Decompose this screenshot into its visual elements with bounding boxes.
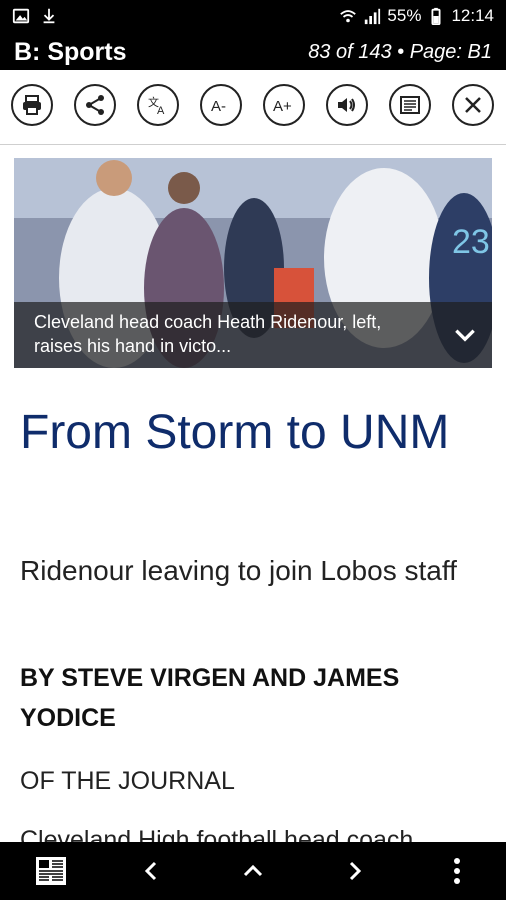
share-button[interactable] — [74, 84, 116, 126]
status-right: 55% 12:14 — [339, 6, 494, 26]
previous-button[interactable] — [135, 854, 169, 888]
translate-icon: 文A — [148, 95, 165, 117]
page-layout-icon — [36, 857, 66, 885]
article-headline: From Storm to UNM — [20, 406, 450, 459]
more-vert-icon — [454, 858, 460, 884]
font-decrease-button[interactable]: A- — [200, 84, 242, 126]
download-icon — [43, 8, 55, 24]
audio-icon — [338, 98, 355, 112]
bottom-nav-bar — [0, 842, 506, 900]
article-source: OF THE JOURNAL — [20, 767, 235, 795]
battery-level: 55% — [387, 6, 422, 25]
section-title: B: Sports — [14, 38, 127, 66]
article-subhead: Ridenour leaving to join Lobos staff — [20, 555, 457, 586]
print-button[interactable] — [11, 84, 53, 126]
more-options-button[interactable] — [440, 854, 474, 888]
clock: 12:14 — [451, 6, 494, 25]
page-indicator: 83 of 143 • Page: B1 — [308, 41, 492, 63]
article-view-button[interactable] — [389, 84, 431, 126]
chevron-right-icon — [349, 861, 362, 881]
close-button[interactable] — [452, 84, 494, 126]
image-icon — [12, 8, 30, 24]
photo-caption: Cleveland head coach Heath Ridenour, lef… — [14, 302, 492, 368]
reader-toolbar: 文A A- A+ — [0, 70, 506, 145]
battery-icon — [431, 7, 441, 25]
up-button[interactable] — [236, 854, 270, 888]
font-decrease-icon: A- — [211, 98, 226, 115]
status-left — [12, 7, 58, 25]
chevron-up-icon — [243, 864, 263, 877]
print-icon — [23, 95, 41, 115]
translate-button[interactable]: 文A — [137, 84, 179, 126]
svg-text:A-: A- — [211, 98, 226, 115]
font-increase-icon: A+ — [273, 98, 292, 115]
svg-text:A: A — [157, 105, 165, 117]
article-photo[interactable]: 23 Cleveland head coach Heath Ridenour, … — [14, 158, 492, 368]
font-increase-button[interactable]: A+ — [263, 84, 305, 126]
share-icon — [86, 95, 104, 115]
signal-icon — [365, 8, 381, 25]
article-icon — [400, 96, 420, 114]
svg-text:A+: A+ — [273, 98, 292, 115]
audio-button[interactable] — [326, 84, 368, 126]
article-byline: BY STEVE VIRGEN AND JAMES YODICE — [20, 664, 400, 732]
status-bar: 55% 12:14 — [0, 0, 506, 34]
close-icon — [465, 97, 481, 113]
wifi-icon — [340, 10, 357, 23]
page-view-button[interactable] — [34, 854, 68, 888]
caption-text: Cleveland head coach Heath Ridenour, lef… — [34, 312, 382, 356]
chevron-left-icon — [144, 861, 157, 881]
svg-text:23: 23 — [452, 223, 490, 261]
chevron-down-icon[interactable] — [452, 322, 478, 348]
next-button[interactable] — [337, 854, 371, 888]
header-bar: B: Sports 83 of 143 • Page: B1 — [0, 34, 506, 70]
